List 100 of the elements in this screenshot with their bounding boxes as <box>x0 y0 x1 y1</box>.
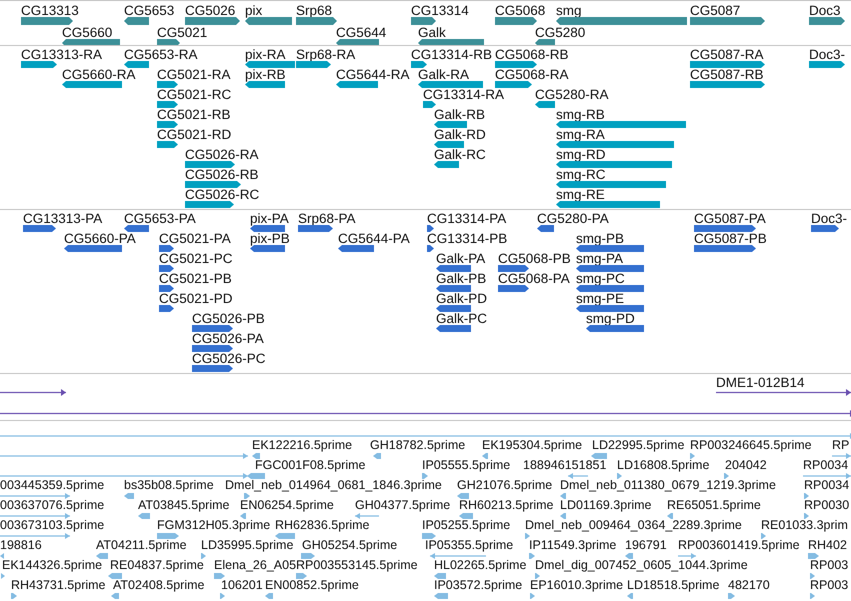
est-label: Dmel_neb_011380_0679_1219.3prime <box>560 479 776 492</box>
est-label: Elena_26_A05 <box>214 559 296 572</box>
protein-label: Galk-PB <box>436 272 486 286</box>
gene-label: Srp68 <box>296 4 332 18</box>
transcript-label: CG5021-RC <box>157 88 232 102</box>
protein-label: CG13313-PA <box>23 212 102 226</box>
protein-label: CG5021-PD <box>159 292 233 306</box>
est-label: LD18518.5prime <box>627 579 720 592</box>
transcript-label: CG5280-RA <box>535 88 609 102</box>
protein-label: CG5026-PA <box>192 332 264 346</box>
gene-label: CG13314 <box>411 4 469 18</box>
protein-label: CG5068-PB <box>498 252 571 266</box>
est-label: RP0034 <box>804 479 850 492</box>
est-label: RP003 <box>810 559 848 572</box>
transcript-label: Galk-RD <box>434 128 486 142</box>
protein-label: Srp68-PA <box>298 212 356 226</box>
clone-label: DME1-012B14 <box>716 376 805 390</box>
est-label: Dmel_neb_014964_0681_1846.3prime <box>225 479 442 492</box>
transcript-label: CG5087-RB <box>690 68 764 82</box>
protein-label: CG5026-PB <box>192 312 265 326</box>
protein-label: CG5068-PA <box>498 272 570 286</box>
est-label: IP03572.5prime <box>434 579 522 592</box>
est-label: 003637076.5prime <box>0 499 104 512</box>
gene-label: CG5280 <box>535 26 586 40</box>
est-label: AT02408.5prime <box>113 579 204 592</box>
protein-label: CG5660-PA <box>64 232 136 246</box>
est-label: bs35b08.5prime <box>124 479 214 492</box>
protein-label: pix-PA <box>250 212 289 226</box>
est-label: Dmel_dig_007452_0605_1044.3prime <box>535 559 748 572</box>
transcript-label: smg-RD <box>556 148 606 162</box>
est-label: RP003246645.5prime <box>690 439 812 452</box>
protein-label: smg-PC <box>576 272 625 286</box>
est-label: EN06254.5prime <box>240 499 334 512</box>
est-label: FGM312H05.3prime <box>157 519 270 532</box>
est-label: RH62836.5prime <box>275 519 370 532</box>
est-label: RE65051.5prime <box>667 499 761 512</box>
protein-label: CG5021-PA <box>159 232 231 246</box>
gene-label: Galk <box>418 26 446 40</box>
est-label: EP16010.3prime <box>530 579 624 592</box>
transcript-label: CG5644-RA <box>336 68 410 82</box>
est-label: RP003553145.5prime <box>296 559 418 572</box>
est-label: 198816 <box>0 539 42 552</box>
transcript-label: CG5021-RB <box>157 108 231 122</box>
est-label: 196791 <box>625 539 667 552</box>
est-label: RE04837.5prime <box>110 559 204 572</box>
est-label: RE01033.3prim <box>761 519 848 532</box>
protein-label: pix-PB <box>250 232 290 246</box>
transcript-label: CG5021-RA <box>157 68 231 82</box>
protein-label: CG5280-PA <box>537 212 609 226</box>
transcript-label: CG5026-RB <box>185 168 259 182</box>
protein-label: CG5087-PB <box>694 232 767 246</box>
est-label: 482170 <box>728 579 770 592</box>
est-label: RP003601419.5prime <box>678 539 800 552</box>
transcript-label: Galk-RB <box>434 108 486 122</box>
transcript-label: Doc3- <box>809 48 846 62</box>
est-label: 188946151851 <box>523 459 606 472</box>
gene-label: Doc3 <box>809 4 841 18</box>
est-label: EK122216.5prime <box>252 439 352 452</box>
protein-label: CG13314-PA <box>427 212 506 226</box>
est-label: IP05555.5prime <box>422 459 510 472</box>
est-label: GH05254.5prime <box>302 539 398 552</box>
transcript-label: CG5653-RA <box>124 48 198 62</box>
gene-label: pix <box>245 4 262 18</box>
est-label: GH18782.5prime <box>370 439 466 452</box>
protein-label: CG13314-PB <box>427 232 508 246</box>
est-label: EK144326.5prime <box>2 559 102 572</box>
protein-label: Galk-PD <box>436 292 488 306</box>
est-label: HL02265.5prime <box>434 559 526 572</box>
est-label: RP003 <box>810 579 848 592</box>
transcript-label: Galk-RA <box>418 68 470 82</box>
est-label: 003673103.5prime <box>0 519 104 532</box>
est-label: LD16808.5prime <box>617 459 710 472</box>
protein-label: smg-PE <box>576 292 624 306</box>
protein-label: CG5653-PA <box>124 212 196 226</box>
transcript-label: CG5660-RA <box>62 68 136 82</box>
est-label: LD35995.5prime <box>201 539 294 552</box>
transcript-label: CG5026-RC <box>185 188 260 202</box>
protein-label: CG5026-PC <box>192 352 266 366</box>
est-label: LD01169.3prime <box>560 499 652 512</box>
transcript-label: Galk-RC <box>434 148 486 162</box>
gene-label: CG5026 <box>185 4 236 18</box>
est-label: RH60213.5prime <box>459 499 554 512</box>
gene-label: CG5021 <box>157 26 208 40</box>
gene-label: CG13313 <box>21 4 79 18</box>
transcript-label: CG5068-RA <box>495 68 569 82</box>
est-label: IP05355.5prime <box>425 539 514 552</box>
transcript-label: pix-RA <box>245 48 286 62</box>
transcript-label: Srp68-RA <box>296 48 356 62</box>
protein-label: CG5021-PB <box>159 272 232 286</box>
gene-label: CG5644 <box>336 26 386 40</box>
gene-label: CG5087 <box>690 4 740 18</box>
protein-label: Doc3- <box>811 212 848 226</box>
est-label: EK195304.5prime <box>482 439 582 452</box>
protein-label: smg-PA <box>576 252 624 266</box>
est-label: AT04211.5prime <box>96 539 187 552</box>
transcript-label: CG5068-RB <box>495 48 569 62</box>
est-label: 003445359.5prime <box>0 479 104 492</box>
est-label: IP05255.5prime <box>422 519 510 532</box>
gene-label: CG5660 <box>62 26 112 40</box>
transcript-label: CG5026-RA <box>185 148 259 162</box>
